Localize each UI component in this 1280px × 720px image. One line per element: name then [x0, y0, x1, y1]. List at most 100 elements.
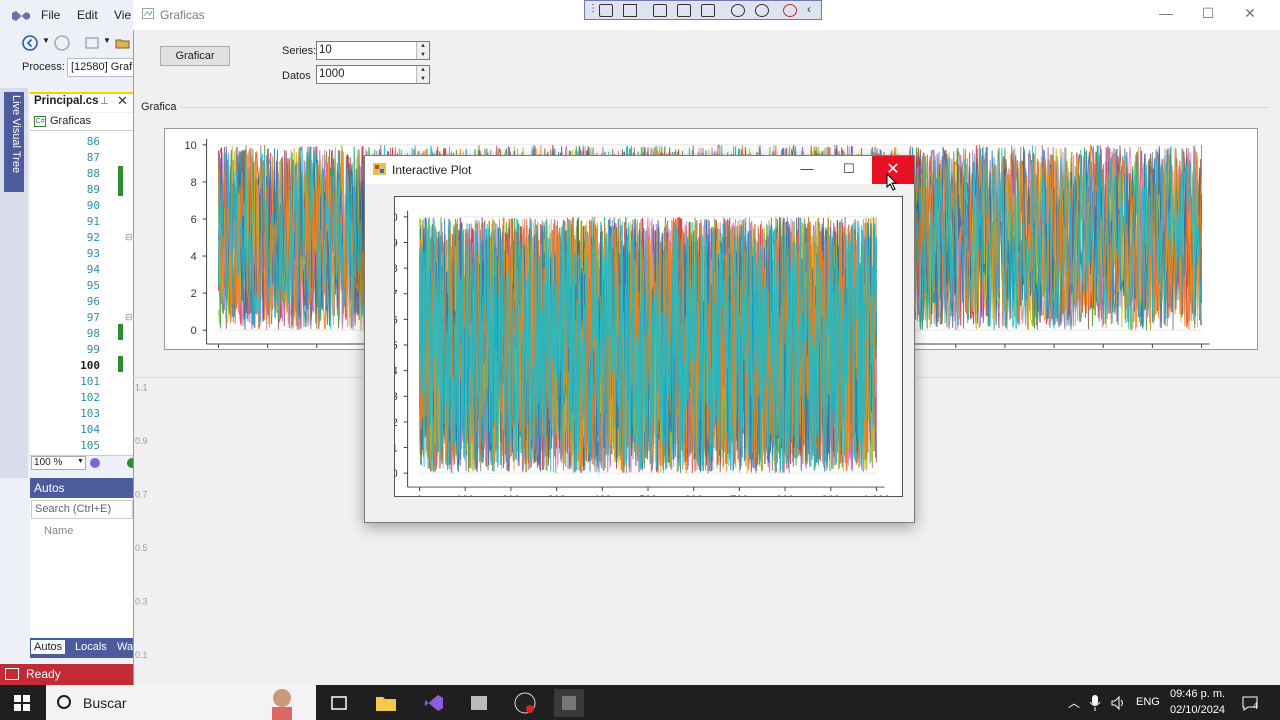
track-focus-icon[interactable]: [701, 4, 715, 17]
navigate-forward-icon[interactable]: [54, 35, 70, 51]
x-tick-label: 100: [456, 494, 474, 497]
series-value: 10: [319, 44, 332, 56]
drag-handle-icon[interactable]: ⋮: [588, 3, 598, 14]
graficas-title: Graficas: [160, 8, 205, 22]
process-label: Process:: [22, 61, 65, 73]
editor-tab-label: Principal.cs: [34, 95, 99, 107]
go-to-live-visual-tree-icon[interactable]: [599, 4, 613, 17]
volume-icon[interactable]: [1110, 695, 1126, 711]
visual-studio-taskbar-icon[interactable]: [418, 689, 448, 717]
y-tick-label: 0.3: [135, 597, 148, 607]
series-label: Series:: [282, 45, 317, 57]
group-divider: [180, 107, 1270, 108]
menu-view[interactable]: Vie: [114, 8, 131, 22]
obs-recording-icon[interactable]: [510, 689, 540, 717]
language-indicator[interactable]: ENG: [1136, 696, 1160, 708]
file-explorer-icon[interactable]: [371, 689, 401, 717]
status-text: Ready: [26, 667, 61, 681]
stop-icon[interactable]: [783, 4, 797, 17]
y-tick-label: 4: [394, 366, 398, 378]
spin-up-icon[interactable]: ▲: [417, 42, 429, 50]
show-hidden-icons-icon[interactable]: ︿: [1068, 694, 1080, 711]
y-tick-label: 8: [394, 263, 398, 275]
binding-failures-icon[interactable]: [731, 4, 745, 17]
search-highlight-icon[interactable]: [262, 686, 302, 720]
mouse-cursor-icon: [886, 173, 898, 191]
process-dropdown[interactable]: [12580] Graf: [67, 58, 137, 77]
maximize-icon[interactable]: ☐: [839, 161, 859, 177]
open-folder-icon[interactable]: [115, 35, 131, 51]
x-tick-label: 700: [730, 494, 748, 497]
y-tick-label: 1: [394, 442, 398, 454]
line-number: 103: [80, 407, 100, 420]
line-number: 87: [86, 151, 100, 164]
app-icon[interactable]: [464, 689, 494, 717]
x-tick-label: 300: [548, 494, 566, 497]
visual-studio-logo-icon: [12, 11, 30, 21]
navigate-back-icon[interactable]: [22, 35, 38, 51]
solution-icon[interactable]: [84, 35, 100, 51]
y-tick-label: 8: [191, 177, 197, 189]
menu-file[interactable]: File: [41, 8, 60, 22]
windows-start-icon[interactable]: [0, 685, 44, 720]
series-numeric-input[interactable]: 10 ▲ ▼: [316, 41, 430, 60]
y-tick-label: 4: [191, 251, 197, 263]
datos-numeric-input[interactable]: 1000 ▲ ▼: [316, 65, 430, 84]
task-view-icon[interactable]: [324, 689, 354, 717]
chevron-down-icon[interactable]: ▼: [103, 36, 111, 45]
interactive-line-chart[interactable]: 0 100 200 300 400 500 600 700 800 900 1,000 0 1 2 3 4 5 6…: [394, 196, 903, 497]
spin-up-icon[interactable]: ▲: [417, 66, 429, 74]
y-tick-label: 9: [394, 237, 398, 249]
tab-autos[interactable]: Autos: [31, 640, 66, 654]
notification-count: 4: [1253, 701, 1259, 711]
tab-locals[interactable]: Locals: [72, 640, 110, 654]
clock-date[interactable]: 02/10/2024: [1170, 704, 1225, 716]
app-form-icon: [142, 8, 154, 19]
select-element-icon[interactable]: [653, 4, 667, 17]
change-marker: [118, 356, 123, 372]
spin-down-icon[interactable]: ▼: [417, 75, 429, 83]
clock-time[interactable]: 09:46 p. m.: [1170, 688, 1225, 700]
pin-icon[interactable]: ⊥: [100, 96, 109, 107]
line-number: 91: [86, 215, 100, 228]
line-number: 93: [86, 247, 100, 260]
collapse-icon[interactable]: ⊟: [125, 312, 133, 323]
x-tick-label: 200: [502, 494, 520, 497]
spin-down-icon[interactable]: ▼: [417, 51, 429, 59]
vs-status-bar: [0, 664, 133, 685]
line-number: 101: [80, 375, 100, 388]
intellicode-icon[interactable]: [89, 457, 101, 469]
graficar-button[interactable]: Graficar: [160, 46, 230, 66]
line-number: 94: [86, 263, 100, 276]
graficas-taskbar-icon[interactable]: [554, 689, 584, 717]
change-marker: [118, 324, 123, 340]
line-number: 90: [86, 199, 100, 212]
y-tick-label: 0.5: [135, 543, 148, 553]
maximize-icon[interactable]: ☐: [1198, 5, 1218, 23]
close-icon[interactable]: ✕: [1240, 5, 1260, 23]
accessibility-icon[interactable]: [755, 4, 769, 17]
y-tick-label: 6: [394, 314, 398, 326]
notification-icon[interactable]: [5, 668, 19, 680]
menu-edit[interactable]: Edit: [77, 8, 98, 22]
chevron-down-icon[interactable]: ▼: [42, 36, 50, 45]
close-icon[interactable]: ✕: [117, 93, 128, 109]
minimize-icon[interactable]: —: [797, 161, 817, 177]
autos-search-input[interactable]: Search (Ctrl+E): [31, 500, 133, 519]
line-number: 89: [86, 183, 100, 196]
y-tick-label: 10: [185, 140, 197, 152]
chevron-down-icon[interactable]: ▼: [77, 458, 84, 465]
line-number: 92: [86, 231, 100, 244]
record-icon[interactable]: [623, 4, 637, 17]
line-number: 95: [86, 279, 100, 292]
navigation-class-label: Graficas: [50, 115, 91, 127]
line-number: 97: [86, 311, 100, 324]
microphone-icon[interactable]: [1088, 694, 1102, 712]
display-layout-adorners-icon[interactable]: [677, 4, 691, 17]
collapse-icon[interactable]: ⊟: [125, 232, 133, 243]
autos-name-column-header[interactable]: Name: [44, 525, 73, 537]
collapse-toolbar-icon[interactable]: ‹: [807, 2, 811, 16]
y-tick-label: 0: [394, 468, 398, 480]
minimize-icon[interactable]: —: [1156, 5, 1176, 23]
live-visual-tree-tab[interactable]: Live Visual Tree: [4, 92, 24, 192]
